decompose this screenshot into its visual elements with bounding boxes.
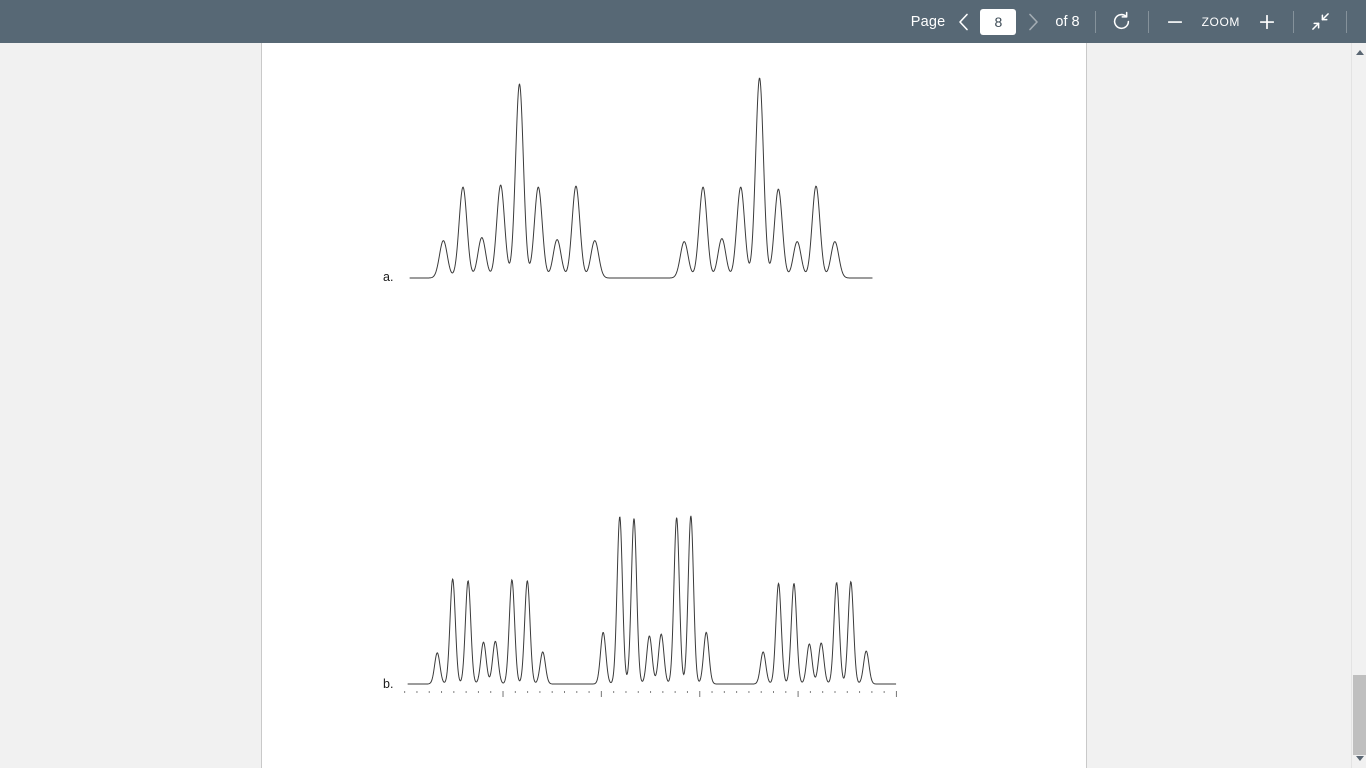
toolbar-divider-2 (1147, 10, 1149, 33)
chevron-right-icon[interactable] (1019, 7, 1047, 37)
zoom-in-button[interactable] (1250, 6, 1284, 38)
spectrum-chart-a (409, 77, 873, 279)
spectrum-b-trace (407, 515, 897, 685)
spectrum-chart-b (404, 515, 898, 697)
total-pages-label: of 8 (1055, 13, 1080, 30)
page-number-input[interactable] (980, 8, 1017, 35)
exit-fullscreen-icon[interactable] (1303, 6, 1337, 38)
toolbar-divider-3 (1293, 10, 1294, 33)
page-navigation-group: Page of 8 (907, 0, 1086, 43)
spectrum-b-tick-ruler (404, 691, 898, 697)
triangle-up-icon[interactable] (1352, 45, 1366, 60)
triangle-down-icon[interactable] (1352, 751, 1366, 766)
rotate-clockwise-icon[interactable] (1105, 6, 1139, 38)
figure-label-b: b. (383, 677, 394, 691)
zoom-out-button[interactable] (1158, 6, 1192, 38)
document-viewer-area: a. b. (0, 43, 1366, 768)
vertical-scrollbar[interactable] (1351, 43, 1366, 768)
pdf-viewer-toolbar: Page of 8 ZOOM (0, 0, 1366, 43)
spectrum-a-trace (409, 77, 873, 279)
toolbar-divider-4 (1346, 10, 1347, 33)
zoom-label: ZOOM (1201, 14, 1240, 29)
page-label: Page (910, 13, 946, 30)
toolbar-divider-1 (1094, 10, 1096, 33)
chevron-left-icon[interactable] (949, 7, 977, 37)
page-figures-canvas (404, 77, 898, 697)
figure-label-a: a. (383, 270, 394, 284)
scrollbar-thumb[interactable] (1353, 675, 1366, 755)
pdf-page: a. b. (261, 43, 1087, 768)
